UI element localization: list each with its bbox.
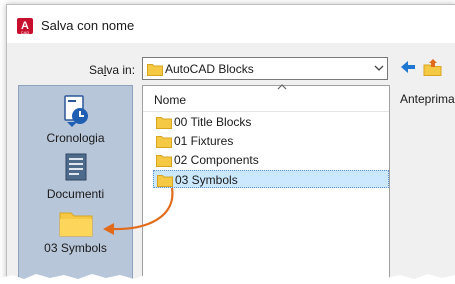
folder-icon (157, 175, 173, 187)
folder-icon (147, 64, 163, 76)
preview-label: Anteprima (400, 92, 455, 106)
autocad-app-icon: A CAD (17, 18, 33, 35)
place-documenti[interactable]: Documenti (19, 152, 132, 201)
save-in-dropdown[interactable]: AutoCAD Blocks (142, 57, 388, 80)
place-label: Documenti (46, 187, 105, 201)
folder-icon (59, 212, 92, 237)
column-header-name[interactable]: Nome (154, 93, 186, 107)
place-label: 03 Symbols (44, 241, 107, 255)
up-one-level-icon[interactable] (423, 57, 443, 77)
save-in-label: Salva in: (89, 63, 136, 77)
folder-icon (156, 155, 172, 167)
item-name: 03 Symbols (175, 173, 238, 187)
header-divider (143, 111, 389, 112)
list-item-01-fixtures[interactable]: 01 Fixtures (153, 132, 389, 150)
item-name: 01 Fixtures (174, 134, 234, 148)
list-item-03-symbols[interactable]: 03 Symbols (153, 170, 389, 188)
window-title: Salva con nome (41, 18, 135, 33)
chevron-down-icon (374, 61, 384, 78)
place-cronologia[interactable]: Cronologia (19, 94, 132, 145)
history-icon (63, 95, 88, 127)
preview-pane: Anteprima (397, 85, 455, 284)
save-in-value: AutoCAD Blocks (165, 62, 254, 76)
folder-icon (156, 117, 172, 129)
file-list: Nome 00 Title Blocks 01 Fixtures 02 Comp… (142, 83, 390, 284)
list-item-02-components[interactable]: 02 Components (153, 151, 389, 169)
back-arrow-icon[interactable] (399, 57, 417, 77)
save-as-dialog: A CAD Salva con nome Salva in: AutoCAD B… (6, 4, 455, 284)
folder-icon (156, 136, 172, 148)
places-bar: Cronologia Documenti 03 Symbols (18, 85, 133, 284)
documents-icon (65, 153, 86, 181)
title-bar: A CAD Salva con nome (7, 5, 455, 43)
sort-ascending-icon (277, 83, 287, 94)
place-label: Cronologia (46, 131, 105, 145)
place-03-symbols[interactable]: 03 Symbols (19, 210, 132, 255)
list-item-00-title-blocks[interactable]: 00 Title Blocks (153, 113, 389, 131)
item-name: 00 Title Blocks (174, 115, 252, 129)
item-name: 02 Components (174, 153, 259, 167)
